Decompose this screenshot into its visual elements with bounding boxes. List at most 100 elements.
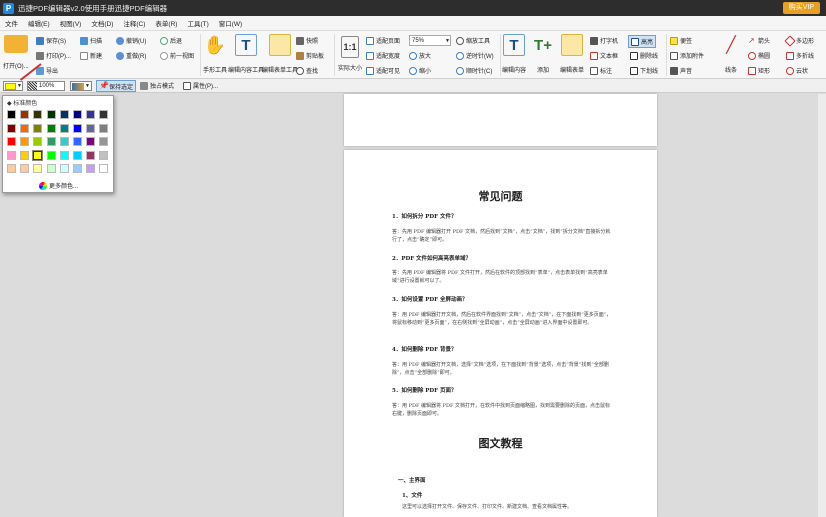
- color-swatch[interactable]: [20, 137, 30, 146]
- color-swatch[interactable]: [73, 110, 82, 119]
- menu-tools[interactable]: 工具(T): [182, 18, 213, 28]
- line-button[interactable]: ╱ 线条: [720, 34, 742, 74]
- color-swatch[interactable]: [86, 150, 96, 160]
- note-button[interactable]: 便签: [670, 36, 692, 45]
- fit-width-button[interactable]: 适配宽度: [366, 51, 400, 60]
- color-swatch[interactable]: [59, 137, 69, 146]
- print-button[interactable]: 打印(P)...: [36, 51, 71, 60]
- color-swatch[interactable]: [20, 150, 30, 160]
- color-swatch[interactable]: [99, 150, 109, 160]
- color-swatch[interactable]: [46, 110, 56, 119]
- color-swatch[interactable]: [20, 123, 30, 133]
- color-swatch[interactable]: [33, 137, 43, 146]
- export-button[interactable]: 导出: [36, 66, 58, 75]
- color-swatch[interactable]: [86, 137, 96, 146]
- back-view-button[interactable]: 后退: [160, 36, 182, 45]
- menu-document[interactable]: 文档(D): [86, 18, 118, 28]
- strikeout-button[interactable]: 删除线: [630, 51, 658, 60]
- redo-button[interactable]: 重做(R): [116, 51, 146, 60]
- color-swatch[interactable]: [32, 149, 44, 161]
- more-colors-button[interactable]: 更多颜色...: [39, 181, 78, 190]
- callout-button[interactable]: 标注: [590, 66, 612, 75]
- color-swatch[interactable]: [73, 150, 82, 160]
- menu-window[interactable]: 窗口(W): [214, 18, 247, 28]
- rectangle-button[interactable]: 矩形: [748, 66, 770, 75]
- vertical-scrollbar[interactable]: [818, 94, 826, 517]
- color-swatch[interactable]: [33, 123, 43, 133]
- keep-tool-selected-button[interactable]: 📌 保持选定: [96, 80, 137, 92]
- arrow-button[interactable]: ↗ 箭头: [748, 36, 770, 45]
- zoom-out-button[interactable]: 缩小: [409, 66, 431, 75]
- color-swatch[interactable]: [59, 110, 69, 119]
- edit-form-button[interactable]: 编辑表单: [560, 34, 584, 74]
- color-swatch[interactable]: [7, 150, 16, 160]
- add-button[interactable]: T+ 添加: [532, 34, 554, 75]
- color-picker-button[interactable]: ▼: [3, 81, 23, 91]
- color-swatch[interactable]: [59, 150, 69, 160]
- oval-button[interactable]: 椭圆: [748, 51, 770, 60]
- rotate-left-button[interactable]: 逆时针(W): [456, 51, 494, 60]
- color-swatch[interactable]: [99, 110, 109, 119]
- undo-button[interactable]: 撤销(U): [116, 36, 146, 45]
- highlight-button[interactable]: 高亮: [628, 35, 657, 48]
- find-button[interactable]: 查找: [296, 66, 318, 75]
- color-swatch[interactable]: [7, 164, 16, 173]
- edit-content-tool-button[interactable]: T 编辑内容工具: [228, 34, 264, 74]
- open-button[interactable]: 打开(O)...: [3, 35, 29, 70]
- new-button[interactable]: 新建: [80, 51, 102, 60]
- color-swatch[interactable]: [59, 123, 69, 133]
- color-swatch[interactable]: [99, 137, 109, 146]
- clipboard-button[interactable]: 剪贴板: [296, 51, 324, 60]
- color-swatch[interactable]: [46, 150, 56, 160]
- scan-button[interactable]: 扫描: [80, 36, 102, 45]
- menu-form[interactable]: 表单(R): [150, 18, 182, 28]
- menu-file[interactable]: 文件: [0, 18, 23, 28]
- snapshot-button[interactable]: 快照: [296, 36, 318, 45]
- color-swatch[interactable]: [46, 137, 56, 146]
- color-swatch[interactable]: [99, 123, 109, 133]
- color-swatch[interactable]: [73, 123, 82, 133]
- color-swatch[interactable]: [73, 164, 82, 173]
- color-swatch[interactable]: [7, 137, 16, 146]
- zoom-tool-button[interactable]: 缩放工具: [456, 36, 490, 45]
- menu-comment[interactable]: 注释(C): [118, 18, 150, 28]
- line-style-button[interactable]: ▼: [70, 81, 92, 91]
- color-swatch[interactable]: [73, 137, 82, 146]
- edit-form-tool-button[interactable]: 编辑表单工具: [262, 34, 298, 74]
- color-swatch[interactable]: [86, 110, 96, 119]
- polygon-button[interactable]: 多边形: [784, 34, 814, 47]
- sound-button[interactable]: 声音: [670, 66, 692, 75]
- color-swatch[interactable]: [7, 110, 16, 119]
- polyline-button[interactable]: 多折线: [786, 51, 814, 60]
- underline-button[interactable]: 下划线: [630, 66, 658, 75]
- color-swatch[interactable]: [86, 123, 96, 133]
- fit-visible-button[interactable]: 适配可见: [366, 66, 400, 75]
- prev-view-button[interactable]: 前一视图: [160, 51, 194, 60]
- actual-size-button[interactable]: 1:1 实际大小: [338, 36, 362, 72]
- rotate-right-button[interactable]: 顺时针(C): [456, 66, 492, 75]
- typewriter-button[interactable]: 打字机: [590, 36, 618, 45]
- zoom-in-button[interactable]: 放大: [409, 51, 431, 60]
- edit-content-button[interactable]: T 编辑内容: [502, 34, 526, 74]
- color-swatch[interactable]: [20, 110, 30, 119]
- fit-page-button[interactable]: 适配页面: [366, 36, 400, 45]
- color-swatch[interactable]: [7, 123, 16, 133]
- menu-view[interactable]: 视图(V): [55, 18, 87, 28]
- exclusive-mode-button[interactable]: 独占模式: [140, 81, 174, 90]
- opacity-select[interactable]: 100%: [27, 81, 65, 91]
- color-swatch[interactable]: [99, 164, 109, 173]
- properties-button[interactable]: 属性(P)...: [183, 81, 218, 90]
- hand-tool-button[interactable]: ✋ 手形工具: [203, 34, 227, 75]
- text-box-button[interactable]: 文本框: [590, 51, 618, 60]
- color-swatch[interactable]: [20, 164, 30, 173]
- color-swatch[interactable]: [33, 110, 43, 119]
- color-swatch[interactable]: [59, 164, 69, 173]
- save-button[interactable]: 保存(S): [36, 36, 66, 45]
- color-swatch[interactable]: [46, 164, 56, 173]
- color-swatch[interactable]: [33, 164, 43, 173]
- menu-edit[interactable]: 编辑(E): [23, 18, 55, 28]
- color-swatch[interactable]: [46, 123, 56, 133]
- cloud-button[interactable]: 云状: [786, 66, 808, 75]
- attach-file-button[interactable]: 添加附件: [670, 51, 704, 60]
- zoom-select[interactable]: 75% ▼: [409, 35, 451, 46]
